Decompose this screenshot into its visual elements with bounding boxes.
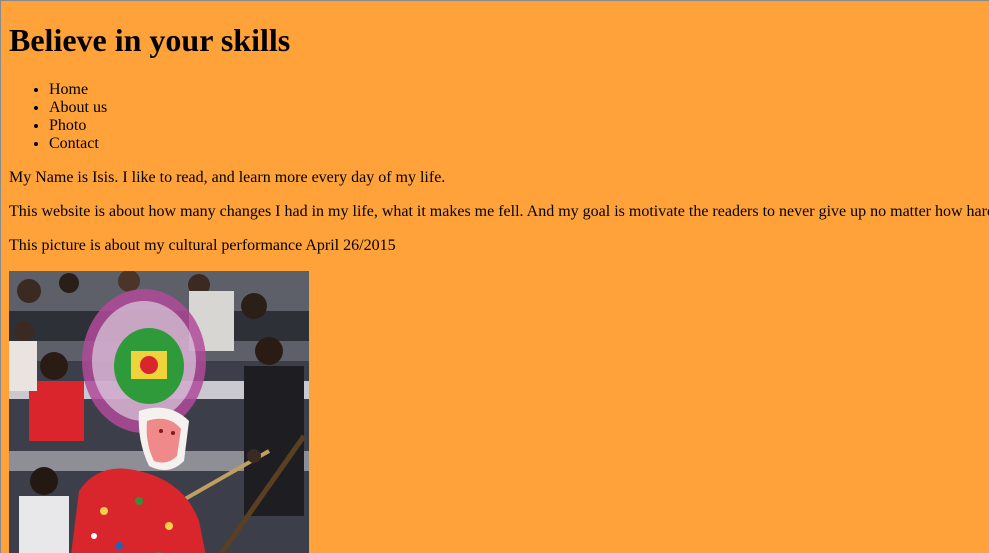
nav-list: Home About us Photo Contact bbox=[9, 81, 989, 153]
nav-item-photo: Photo bbox=[49, 117, 989, 135]
page-content: Believe in your skills Home About us Pho… bbox=[9, 0, 989, 553]
nav-link-contact[interactable]: Contact bbox=[49, 135, 99, 152]
photo-caption: This picture is about my cultural perfor… bbox=[9, 237, 396, 254]
nav-link-home[interactable]: Home bbox=[49, 81, 88, 98]
photo-illustration bbox=[9, 271, 309, 553]
cultural-performance-photo bbox=[9, 271, 309, 553]
page-title: Believe in your skills bbox=[9, 22, 291, 58]
about-paragraph: This website is about how many changes I… bbox=[9, 203, 989, 220]
nav-item-contact: Contact bbox=[49, 135, 989, 153]
intro-paragraph: My Name is Isis. I like to read, and lea… bbox=[9, 169, 446, 186]
nav-item-home: Home bbox=[49, 81, 989, 99]
nav-link-photo[interactable]: Photo bbox=[49, 117, 86, 134]
nav-item-about: About us bbox=[49, 99, 989, 117]
nav-link-about[interactable]: About us bbox=[49, 99, 107, 116]
window-left-border bbox=[0, 0, 1, 553]
